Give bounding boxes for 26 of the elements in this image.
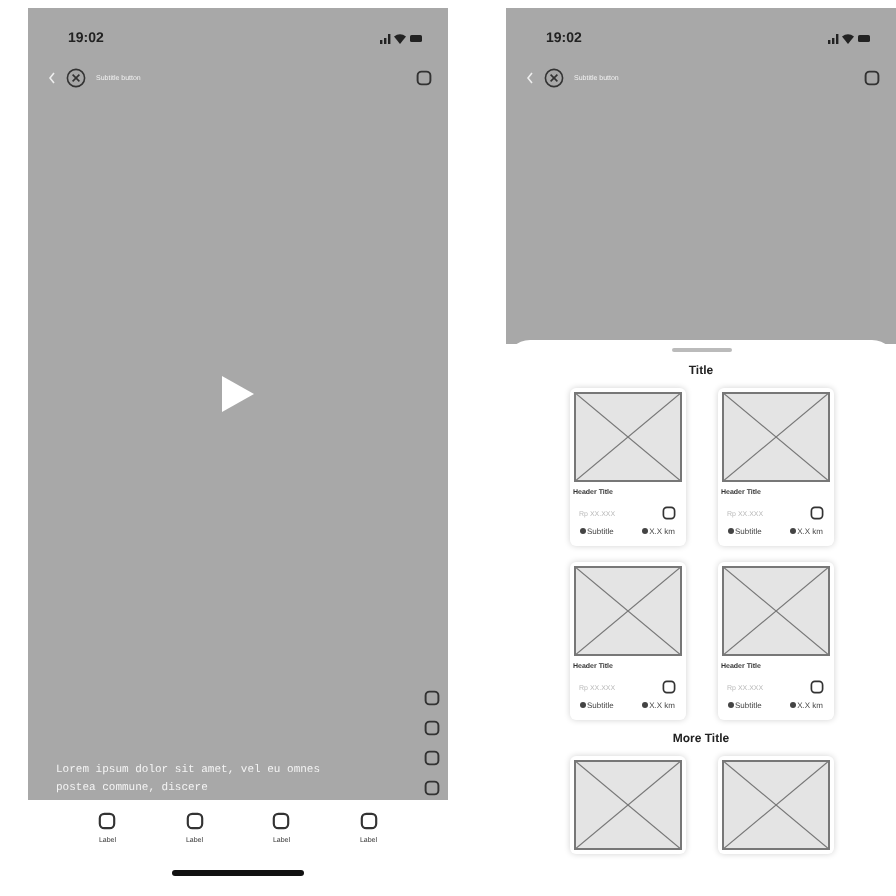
sheet-handle[interactable] xyxy=(671,348,731,352)
image-placeholder-icon xyxy=(573,566,681,656)
nav-icon[interactable] xyxy=(98,812,117,830)
product-card[interactable] xyxy=(569,756,685,854)
dot-icon xyxy=(579,528,585,534)
nav-icon[interactable] xyxy=(185,812,204,830)
image-placeholder-icon xyxy=(573,760,681,850)
status-icons xyxy=(380,32,424,44)
image-placeholder-icon xyxy=(721,760,829,850)
dot-icon xyxy=(641,528,648,534)
status-icons xyxy=(828,32,872,44)
dot-icon xyxy=(789,528,796,534)
close-icon[interactable] xyxy=(544,68,564,88)
dot-icon xyxy=(727,528,733,534)
image-placeholder-icon xyxy=(721,566,829,656)
dot-icon xyxy=(727,702,733,708)
dot-icon xyxy=(789,702,796,708)
close-icon[interactable] xyxy=(66,68,86,88)
nav-icon[interactable] xyxy=(272,812,291,830)
image-placeholder-icon xyxy=(721,392,829,482)
image-placeholder-icon xyxy=(573,392,681,482)
nav-icon[interactable] xyxy=(359,812,378,830)
dot-icon xyxy=(641,702,648,708)
home-indicator xyxy=(172,870,304,876)
product-card[interactable] xyxy=(717,756,833,854)
dot-icon xyxy=(579,702,585,708)
